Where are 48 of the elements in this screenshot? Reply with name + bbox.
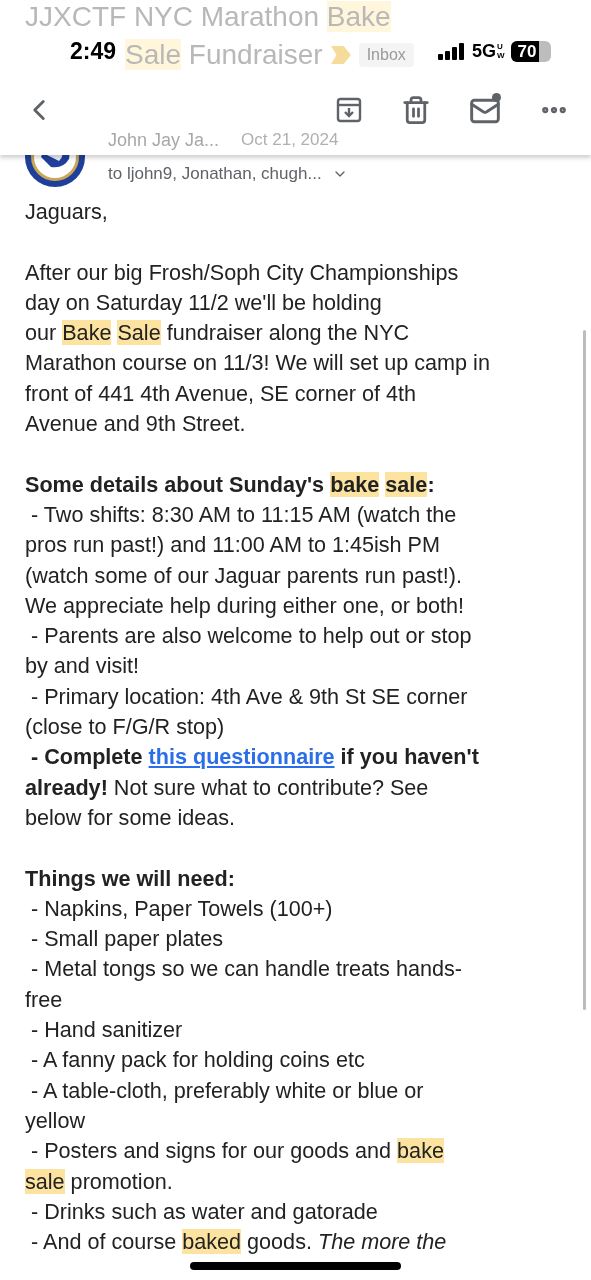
email-text-line: - Complete this questionnaire if you haven't: [30, 743, 479, 772]
email-text-line: - Drinks such as water and gatorade: [30, 1197, 378, 1226]
email-text-line: by and visit!: [25, 652, 140, 681]
label-icon: [330, 46, 351, 64]
inbox-label: Inbox: [358, 43, 414, 67]
email-text-line: Things we will need:: [25, 864, 235, 893]
network-sub-label: UW: [497, 42, 505, 60]
email-text-line: yellow: [25, 1106, 85, 1135]
email-text-line: sale promotion.: [25, 1167, 173, 1196]
email-text-line: Marathon course on 11/3! We will set up camp in: [25, 349, 490, 378]
email-text-line: - Two shifts: 8:30 AM to 11:15 AM (watch the: [30, 500, 457, 529]
subject-line: Sale Fundraiser: [125, 38, 323, 72]
email-text-line: - Hand sanitizer: [30, 1016, 183, 1044]
email-text-line: - Posters and signs for our goods and bake: [30, 1137, 444, 1166]
email-text-line: our Bake Sale fundraiser along the NYC: [25, 319, 410, 348]
recipients-text: to ljohn9, Jonathan, chugh...: [108, 163, 322, 185]
email-text-line: - Napkins, Paper Towels (100+): [30, 894, 333, 923]
email-text-line: After our big Frosh/Soph City Championships: [25, 258, 459, 287]
email-text-line: - Metal tongs so we can handle treats hands-: [30, 955, 462, 984]
email-text-line: - And of course baked goods. The more the: [30, 1228, 447, 1257]
archive-icon[interactable]: [335, 96, 363, 124]
email-text-line: day on Saturday 11/2 we'll be holding: [25, 288, 382, 317]
questionnaire-link[interactable]: this questionnaire: [148, 744, 335, 770]
email-text-line: free: [25, 985, 63, 1014]
sender-name: John Jay Ja...: [108, 129, 220, 151]
email-text-line: - Small paper plates: [30, 925, 224, 954]
email-text-line: - A table-cloth, preferably white or blue or: [30, 1076, 424, 1105]
email-text-line: - A fanny pack for holding coins etc: [30, 1046, 365, 1075]
email-text-line: (close to F/G/R stop): [25, 713, 225, 742]
email-text-line: - Parents are also welcome to help out or stop: [30, 622, 472, 651]
email-text-line: already! Not sure what to contribute? See: [25, 773, 429, 802]
email-text-line: front of 441 4th Avenue, SE corner of 4th: [25, 379, 416, 408]
battery-icon: 70: [511, 40, 551, 62]
email-text-line: (watch some of our Jaguar parents run past!).: [25, 561, 462, 590]
network-label: 5G: [472, 42, 496, 60]
email-text-line: Avenue and 9th Street.: [25, 410, 246, 439]
status-time: 2:49: [70, 36, 117, 66]
email-text-line: We appreciate help during either one, or both!: [25, 591, 464, 620]
subject-line: JJXCTF NYC Marathon Bake: [25, 0, 391, 34]
email-text-line: - Primary location: 4th Ave & 9th St SE corner: [30, 682, 468, 711]
email-text-line: Jaguars,: [25, 198, 108, 226]
delete-icon[interactable]: [401, 95, 431, 125]
mark-unread-icon[interactable]: [469, 95, 501, 125]
sent-date: Oct 21, 2024: [241, 129, 339, 151]
email-text-line: pros run past!) and 11:00 AM to 1:45ish PM: [25, 531, 440, 560]
email-text-line: below for some ideas.: [25, 803, 236, 832]
email-text-line: Some details about Sunday's bake sale:: [25, 470, 435, 499]
signal-icon: [438, 42, 466, 60]
